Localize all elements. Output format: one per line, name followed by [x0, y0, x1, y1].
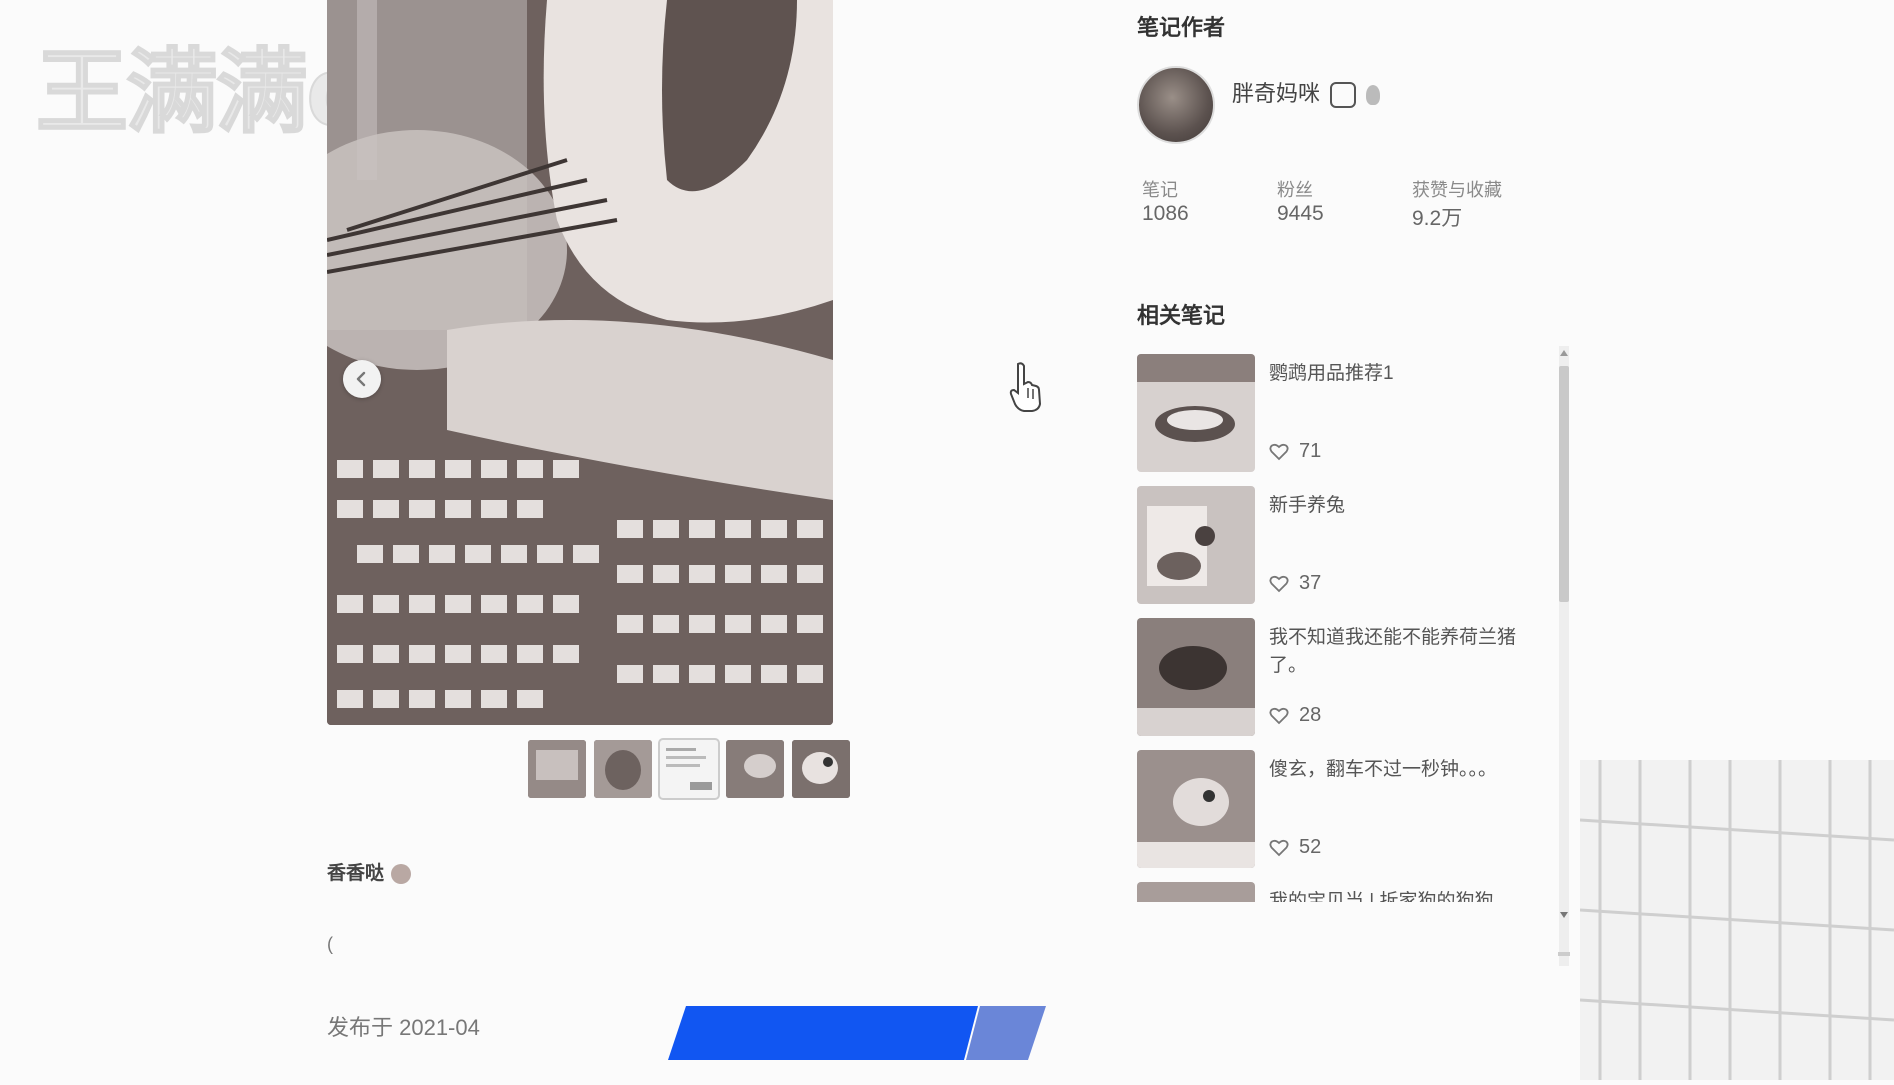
thumbnail-3[interactable]: [658, 738, 720, 800]
image-thumbnails: [528, 738, 850, 800]
note-thumbnail: [1137, 882, 1255, 902]
stat-value: 1086: [1142, 202, 1189, 225]
like-count-text: 28: [1299, 704, 1322, 726]
prev-image-button[interactable]: [343, 360, 381, 398]
scroll-thumb: [1559, 366, 1569, 602]
like-count[interactable]: 37: [1269, 572, 1321, 595]
heart-icon: [1269, 707, 1289, 724]
list-item[interactable]: 傻玄，翻车不过一秒钟。。。 52: [1137, 748, 1555, 868]
stat-label: 获赞与收藏: [1412, 180, 1502, 200]
post-image[interactable]: [327, 0, 833, 725]
note-title: 傻玄，翻车不过一秒钟。。。: [1269, 759, 1498, 780]
author-name[interactable]: 胖奇妈咪: [1232, 76, 1381, 109]
fire-emoji-icon: [1366, 85, 1381, 106]
emoji-icon: [391, 863, 412, 884]
like-count-text: 71: [1299, 440, 1322, 462]
note-thumbnail: [1137, 618, 1255, 736]
like-count[interactable]: 71: [1269, 440, 1321, 463]
note-thumbnail: [1137, 354, 1255, 472]
blue-banner-shape: [668, 1006, 1048, 1060]
rabbit-emoji-icon: [1330, 82, 1357, 109]
author-name-text: 胖奇妈咪: [1232, 81, 1321, 106]
related-notes-list[interactable]: 鹦鹉用品推荐1 71 新手养兔 37 我不知道我还能不能养荷兰猪了。 28 傻玄…: [1137, 352, 1555, 902]
stat-value: 9.2万: [1412, 207, 1463, 230]
like-count-text: 37: [1299, 572, 1322, 594]
heart-icon: [1269, 575, 1289, 592]
note-thumbnail: [1137, 750, 1255, 868]
related-scrollbar[interactable]: [1556, 346, 1572, 966]
stat-value: 9445: [1277, 202, 1324, 225]
publish-date: 发布于 2021-04: [327, 1015, 480, 1040]
stat-likes-collects: 获赞与收藏 9.2万: [1412, 176, 1502, 232]
list-item[interactable]: 我的宝贝当 | 拆家狗的狗狗: [1137, 880, 1555, 902]
heart-icon: [1269, 443, 1289, 460]
hand-pointer-icon: [1009, 362, 1042, 412]
note-title: 鹦鹉用品推荐1: [1269, 363, 1394, 384]
stat-notes: 笔记 1086: [1142, 176, 1189, 226]
note-thumbnail: [1137, 486, 1255, 604]
thumbnail-4[interactable]: [726, 740, 784, 798]
author-section-title: 笔记作者: [1137, 15, 1226, 40]
like-count[interactable]: 28: [1269, 704, 1321, 727]
like-count[interactable]: 52: [1269, 836, 1321, 859]
note-title: 新手养兔: [1269, 495, 1346, 516]
next-image-area[interactable]: [1006, 360, 1046, 414]
thumbnail-5[interactable]: [792, 740, 850, 798]
list-item[interactable]: 我不知道我还能不能养荷兰猪了。 28: [1137, 616, 1555, 736]
post-photo: [327, 0, 833, 725]
like-count-text: 52: [1299, 836, 1322, 858]
content-fragment: (: [327, 934, 333, 954]
note-title: 我不知道我还能不能养荷兰猪了。: [1269, 627, 1517, 676]
stat-label: 笔记: [1142, 180, 1178, 200]
avatar[interactable]: [1137, 66, 1215, 144]
related-section-title: 相关笔记: [1137, 303, 1226, 328]
author-stats: 笔记 1086 粉丝 9445 获赞与收藏 9.2万: [1142, 176, 1542, 236]
caption-text: 香香哒: [327, 863, 385, 884]
list-item[interactable]: 新手养兔 37: [1137, 484, 1555, 604]
note-title: 我的宝贝当 | 拆家狗的狗狗: [1269, 891, 1494, 902]
heart-icon: [1269, 839, 1289, 856]
thumbnail-2[interactable]: [594, 740, 652, 798]
thumbnail-1[interactable]: [528, 740, 586, 798]
stat-label: 粉丝: [1277, 180, 1313, 200]
list-item[interactable]: 鹦鹉用品推荐1 71: [1137, 352, 1555, 472]
post-caption: 香香哒: [327, 858, 412, 885]
image-artifact: [1579, 760, 1894, 1080]
stat-fans: 粉丝 9445: [1277, 176, 1324, 226]
chevron-left-icon: [356, 371, 366, 387]
